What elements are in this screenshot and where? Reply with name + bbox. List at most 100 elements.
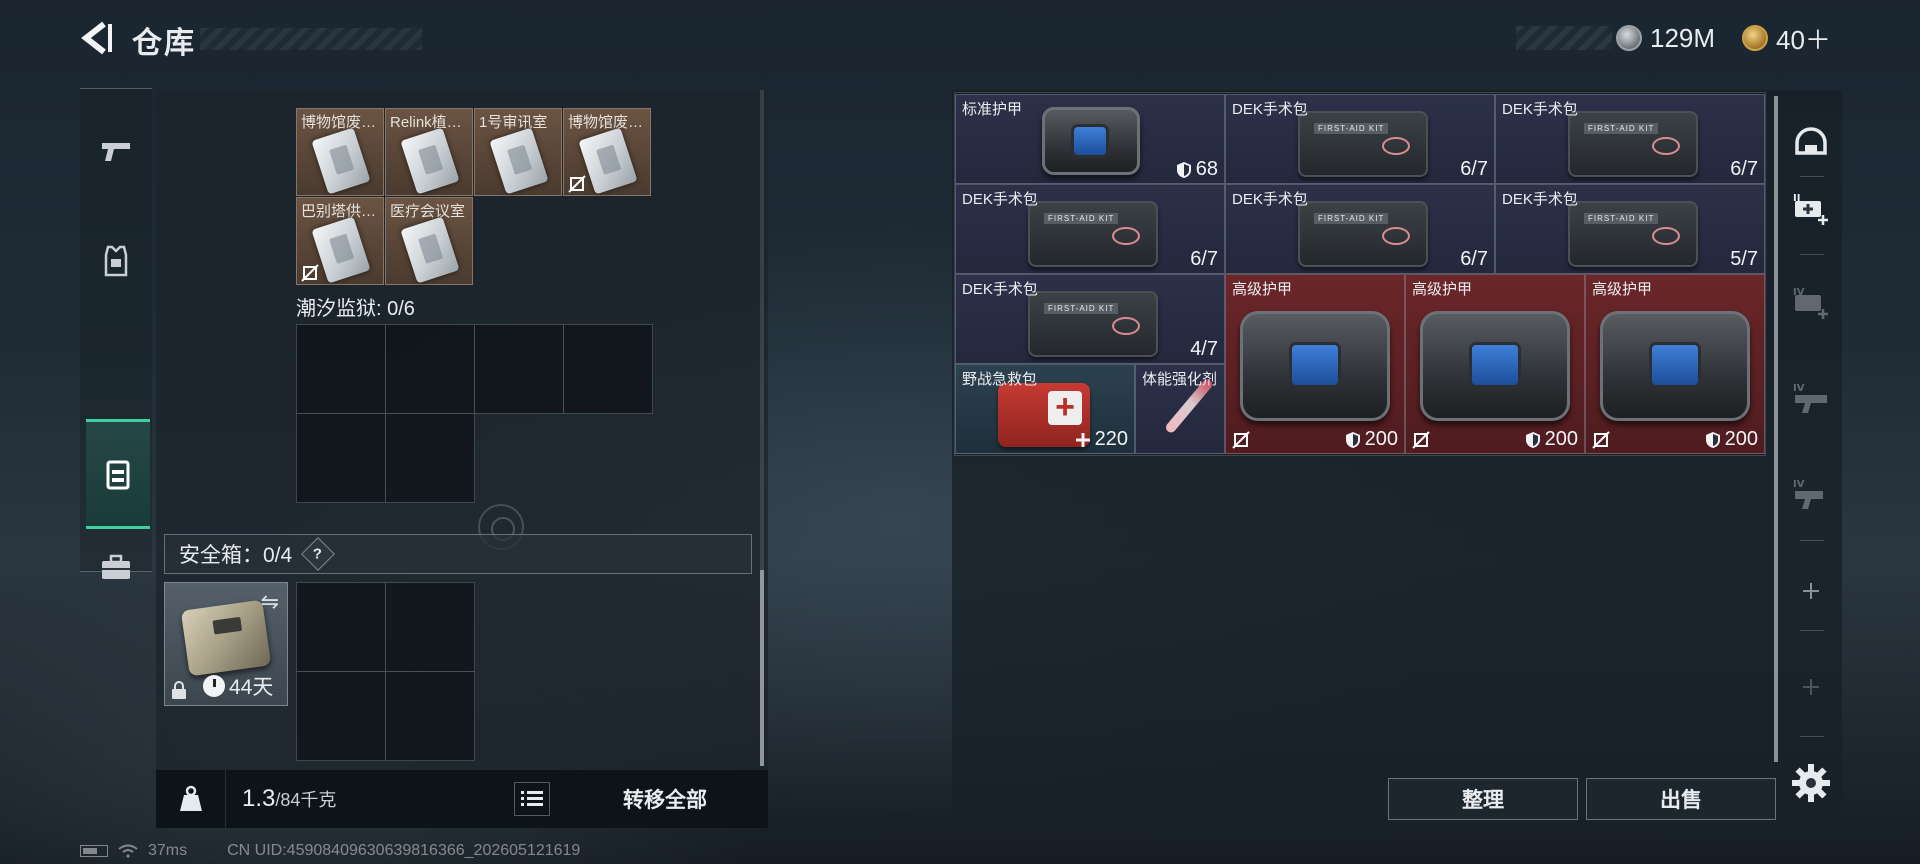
- keycard-label: 巴别塔供…: [301, 203, 377, 220]
- add-medkit-iv-tab[interactable]: IV: [1786, 278, 1836, 328]
- keycard-item[interactable]: 博物馆废…: [563, 108, 651, 196]
- tab-armor[interactable]: [80, 209, 152, 313]
- safe-box-image: [180, 599, 272, 677]
- item-stat: 6/7: [1730, 158, 1758, 181]
- item-value: 200: [1364, 428, 1398, 450]
- add-tab-2[interactable]: [1786, 662, 1836, 712]
- item-stat: 68: [1176, 158, 1218, 181]
- transfer-all-button[interactable]: 转移全部: [562, 770, 768, 828]
- surgery-kit-image: [1298, 111, 1428, 177]
- stash-item[interactable]: DEK手术包 4/7: [955, 274, 1225, 364]
- currency-money[interactable]: 129M: [1616, 22, 1715, 54]
- stash-item[interactable]: 体能强化剂: [1135, 364, 1225, 454]
- safe-box-duration: 44天: [203, 671, 273, 701]
- keycard-image: [489, 127, 549, 195]
- toolbar-divider: [1800, 176, 1824, 177]
- clock-icon: [203, 675, 225, 697]
- item-name: 高级护甲: [1232, 281, 1293, 298]
- stash-item[interactable]: DEK手术包 6/7: [1225, 184, 1495, 274]
- item-value: 200: [1544, 428, 1578, 450]
- item-name: 高级护甲: [1412, 281, 1473, 298]
- stash-item[interactable]: 野战急救包 220: [955, 364, 1135, 454]
- iv-gear-tab[interactable]: IV: [1786, 470, 1836, 520]
- item-stat: 6/7: [1460, 248, 1488, 271]
- keycard-item[interactable]: 1号审讯室: [474, 108, 562, 196]
- lock-icon: [172, 681, 186, 699]
- empty-slot[interactable]: [296, 671, 386, 761]
- item-value: 6/7: [1730, 158, 1758, 180]
- item-stat: 200: [1525, 428, 1578, 451]
- empty-slot[interactable]: [474, 324, 564, 414]
- svg-text:IV: IV: [1793, 383, 1805, 394]
- item-name: DEK手术包: [1502, 101, 1578, 118]
- weight-max: /84千克: [275, 790, 337, 810]
- stash-item[interactable]: 高级护甲 200: [1405, 274, 1585, 454]
- no-trade-icon: [568, 175, 586, 193]
- svg-text:IV: IV: [1793, 479, 1805, 490]
- stash-item[interactable]: DEK手术包 6/7: [1225, 94, 1495, 184]
- surgery-kit-image: [1298, 201, 1428, 267]
- item-stat: 4/7: [1190, 338, 1218, 361]
- money-amount: 129M: [1650, 22, 1716, 53]
- stash-item[interactable]: 高级护甲 200: [1585, 274, 1765, 454]
- stash-item[interactable]: DEK手术包 6/7: [1495, 94, 1765, 184]
- swap-icon[interactable]: ⇋: [261, 589, 279, 615]
- no-trade-icon: [1592, 431, 1610, 449]
- stash-item[interactable]: DEK手术包 5/7: [1495, 184, 1765, 274]
- keycard-item[interactable]: 巴别塔供…: [296, 197, 384, 285]
- item-value: 68: [1195, 158, 1218, 180]
- empty-slot[interactable]: [296, 413, 386, 503]
- help-button[interactable]: ?: [301, 537, 336, 571]
- back-arrow-icon[interactable]: [78, 18, 114, 58]
- empty-slot[interactable]: [385, 582, 475, 672]
- empty-slot[interactable]: [385, 413, 475, 503]
- item-value: 220: [1094, 428, 1128, 450]
- stash-item[interactable]: DEK手术包 6/7: [955, 184, 1225, 274]
- tab-weapons[interactable]: [80, 99, 152, 203]
- empty-slot[interactable]: [385, 671, 475, 761]
- item-name: DEK手术包: [962, 281, 1038, 298]
- add-medkit-tab[interactable]: II: [1786, 184, 1836, 234]
- item-name: DEK手术包: [1232, 191, 1308, 208]
- inventory-scroll-thumb[interactable]: [760, 570, 764, 766]
- keycard-image: [400, 216, 460, 284]
- empty-slot[interactable]: [385, 324, 475, 414]
- empty-slot[interactable]: [296, 582, 386, 672]
- empty-slot[interactable]: [563, 324, 653, 414]
- keycard-image: [400, 127, 460, 195]
- sell-button[interactable]: 出售: [1586, 778, 1776, 820]
- stash-item[interactable]: 高级护甲 200: [1225, 274, 1405, 454]
- armor-image: [1420, 311, 1570, 421]
- tab-equipment[interactable]: [86, 419, 150, 529]
- inventory-footer: 1.3/84千克 转移全部: [156, 770, 768, 828]
- safe-box-item[interactable]: ⇋ 44天: [164, 582, 288, 706]
- item-value: 200: [1724, 428, 1758, 450]
- surgery-kit-image: [1568, 111, 1698, 177]
- helmet-tab[interactable]: [1786, 118, 1836, 168]
- item-value: 6/7: [1460, 158, 1488, 180]
- shield-icon: [1705, 431, 1720, 448]
- list-view-button[interactable]: [514, 782, 550, 816]
- iv-equipment-tab[interactable]: IV: [1786, 374, 1836, 424]
- item-name: 野战急救包: [962, 371, 1038, 388]
- currency-tickets[interactable]: 40＋: [1742, 22, 1831, 55]
- toolbar-divider: [1800, 254, 1824, 255]
- stash-item[interactable]: 标准护甲 68: [955, 94, 1225, 184]
- backpack-icon: [106, 460, 130, 490]
- tab-supplies[interactable]: [80, 537, 152, 597]
- item-stat: 5/7: [1730, 248, 1758, 271]
- stash-scrollbar[interactable]: [1774, 96, 1778, 762]
- item-value: 5/7: [1730, 248, 1758, 270]
- add-tab-1[interactable]: [1786, 566, 1836, 616]
- plus-icon: [1075, 432, 1090, 447]
- item-value: 6/7: [1460, 248, 1488, 270]
- keycard-item[interactable]: 医疗会议室: [385, 197, 473, 285]
- sort-button[interactable]: 整理: [1388, 778, 1578, 820]
- shield-icon: [1525, 431, 1540, 448]
- list-icon: [521, 791, 543, 806]
- keycard-item[interactable]: 博物馆废…: [296, 108, 384, 196]
- keycard-item[interactable]: Relink植…: [385, 108, 473, 196]
- gear-icon[interactable]: [1788, 760, 1834, 806]
- battery-icon: [80, 845, 108, 857]
- empty-slot[interactable]: [296, 324, 386, 414]
